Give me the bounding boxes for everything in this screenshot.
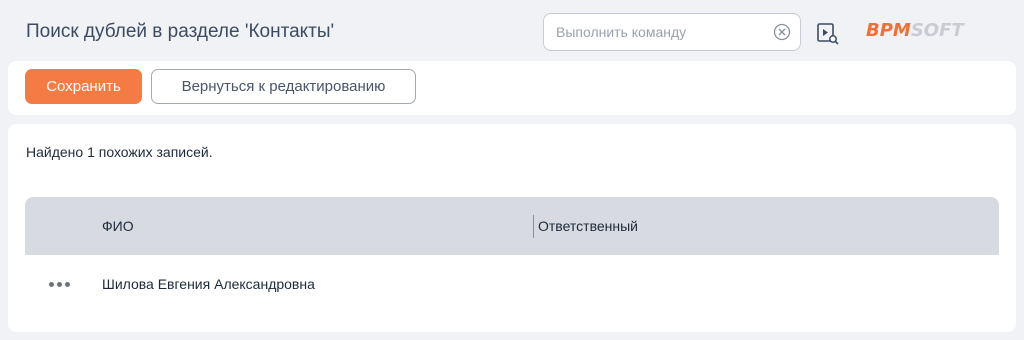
logo-part-a: BPM [866, 20, 911, 41]
row-name-cell[interactable]: Шилова Евгения Александровна [102, 276, 315, 292]
clear-icon[interactable] [773, 23, 791, 41]
logo-part-b: SOFT [910, 20, 964, 41]
page-title: Поиск дублей в разделе 'Контакты' [26, 21, 335, 42]
more-icon[interactable] [49, 275, 73, 293]
bpmsoft-logo: BPMSOFT [866, 20, 964, 41]
column-header-name[interactable]: ФИО [102, 218, 134, 234]
column-divider[interactable] [533, 215, 534, 238]
results-panel: Найдено 1 похожих записей. ФИО Ответстве… [8, 124, 1016, 332]
command-box [543, 13, 801, 51]
back-to-editing-button[interactable]: Вернуться к редактированию [151, 69, 416, 104]
page-header: Поиск дублей в разделе 'Контакты' BPMSOF… [0, 0, 1024, 62]
table-row[interactable]: Шилова Евгения Александровна [25, 255, 999, 313]
command-input[interactable] [556, 14, 766, 50]
duplicates-grid: ФИО Ответственный Шилова Евгения Алексан… [25, 197, 999, 313]
column-header-responsible[interactable]: Ответственный [538, 218, 638, 234]
grid-header: ФИО Ответственный [25, 197, 999, 255]
video-search-icon[interactable] [816, 22, 840, 46]
toolbar: Сохранить Вернуться к редактированию [8, 61, 1016, 115]
results-count-text: Найдено 1 похожих записей. [26, 144, 213, 160]
save-button[interactable]: Сохранить [25, 69, 142, 104]
